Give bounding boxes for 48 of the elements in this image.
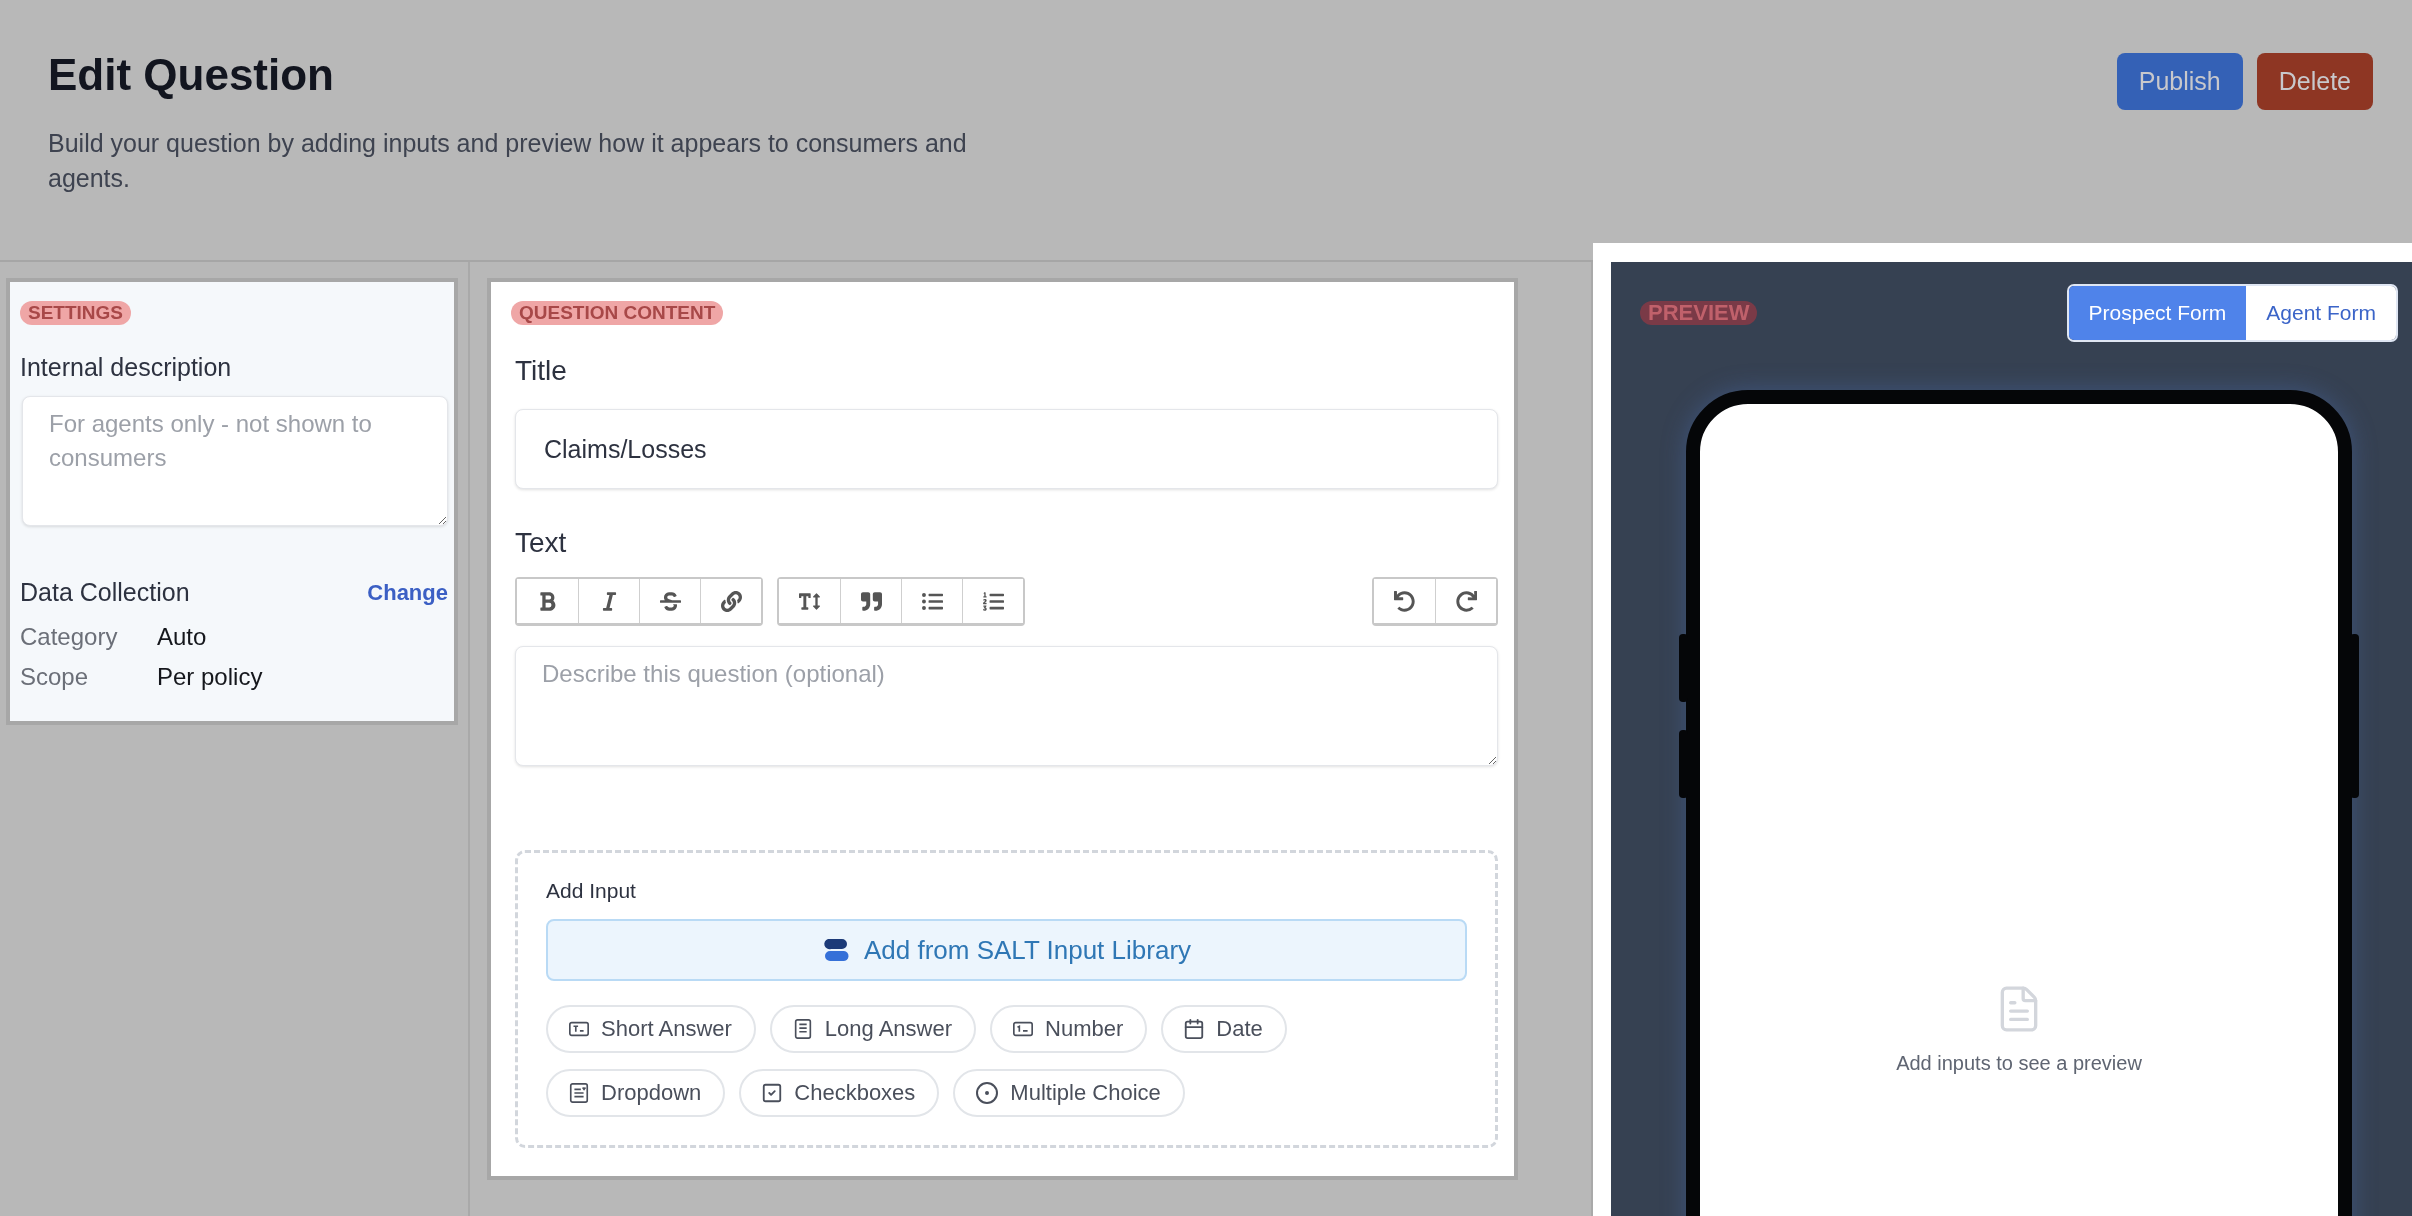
link-icon: [720, 590, 742, 612]
field-name: Scope: [20, 662, 90, 692]
description-field[interactable]: For agents only - not shown to consumers: [22, 396, 448, 526]
library-logo-icon: [821, 936, 850, 964]
input-type-button[interactable]: Checkboxes: [739, 1069, 940, 1117]
field-value: Per policy: [157, 662, 264, 692]
library-button[interactable]: Add from SALT Input Library: [546, 919, 1467, 981]
form-tab[interactable]: Agent Form: [2246, 286, 2396, 340]
checkbox-icon: [761, 1082, 784, 1104]
section-label: QUESTION CONTENT: [511, 301, 724, 325]
form-tab[interactable]: Prospect Form: [2068, 286, 2247, 340]
input-type-button[interactable]: Multiple Choice: [953, 1069, 1185, 1117]
field-label: Add Input: [546, 879, 637, 903]
field-label: Internal description: [20, 353, 233, 382]
input-type-button[interactable]: Short Answer: [546, 1005, 756, 1053]
section-label: PREVIEW: [1640, 301, 1758, 325]
toolbar-button[interactable]: [700, 579, 761, 623]
empty-message: Add inputs to see a preview: [1896, 1052, 2142, 1075]
input-type-button[interactable]: Date: [1161, 1005, 1287, 1053]
publish-button[interactable]: Publish: [2116, 53, 2243, 110]
input-type-button[interactable]: Dropdown: [546, 1069, 726, 1117]
field-value: Auto: [157, 622, 208, 652]
undo-icon: [1394, 590, 1415, 612]
page-title: Edit Question: [48, 50, 335, 100]
toolbar-button[interactable]: [1435, 579, 1496, 623]
page-subtitle: Build your question by adding inputs and preview how it appears to consumers and agents.: [48, 128, 968, 194]
toolbar-button[interactable]: [962, 579, 1023, 623]
redo-icon: [1455, 590, 1477, 612]
radio-icon: [975, 1081, 1000, 1105]
delete-button[interactable]: Delete: [2256, 53, 2373, 110]
change-link[interactable]: Change: [367, 579, 448, 606]
strikethrough-icon: [659, 590, 681, 612]
numbered-list-icon: [982, 590, 1004, 612]
text-field[interactable]: Describe this question (optional): [515, 646, 1498, 766]
title-field[interactable]: Claims/Losses: [515, 409, 1498, 489]
field-name: Category: [20, 622, 119, 652]
bullet-list-icon: [921, 590, 943, 612]
input-type-button[interactable]: Number: [990, 1005, 1148, 1053]
field-label: Text: [515, 527, 568, 559]
section-label: SETTINGS: [20, 301, 131, 325]
field-label: Title: [515, 355, 568, 387]
section-title: Data Collection: [20, 578, 190, 607]
input-type-button[interactable]: Long Answer: [769, 1005, 977, 1053]
dropdown-icon: [568, 1082, 590, 1104]
quote-icon: [860, 590, 882, 612]
calendar-icon: [1183, 1018, 1206, 1040]
text-size-icon: [799, 590, 820, 612]
bold-icon: [537, 590, 558, 612]
